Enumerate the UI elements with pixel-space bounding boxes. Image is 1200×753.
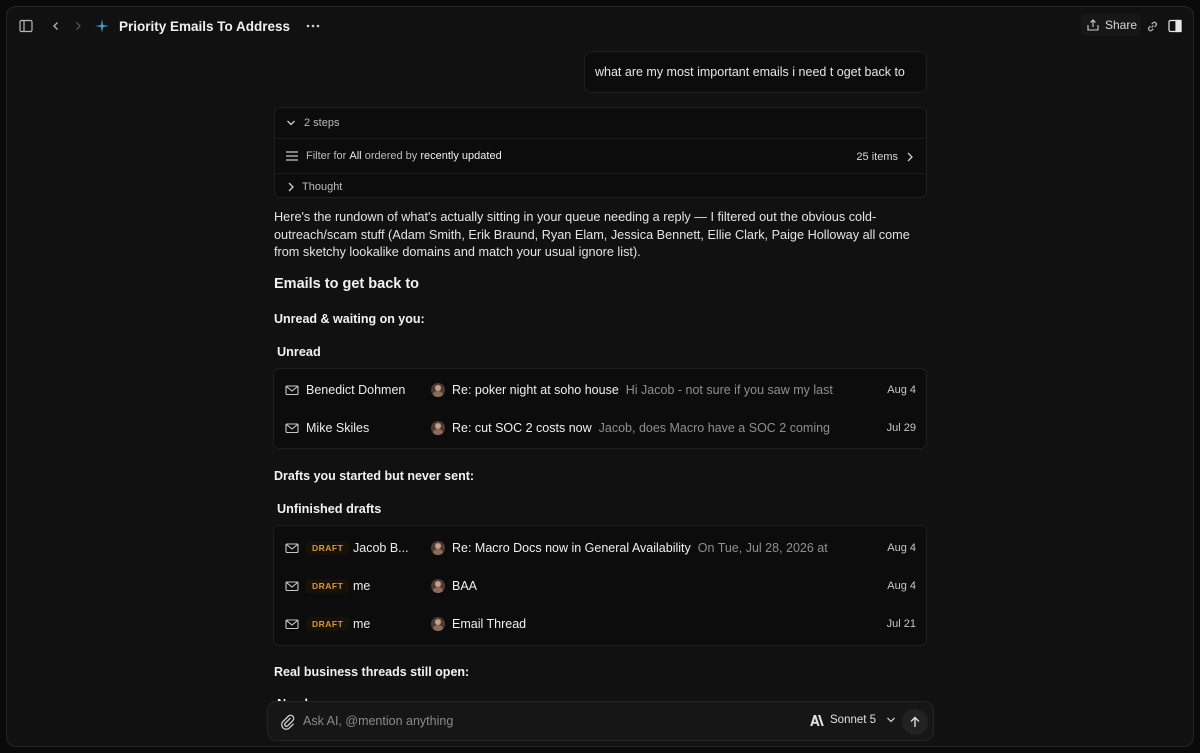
email-sender: Mike Skiles: [306, 421, 370, 435]
email-sender: me: [353, 617, 371, 631]
top-bar: Priority Emails To Address Share: [7, 7, 1193, 45]
sidebar-toggle-icon[interactable]: [15, 15, 37, 37]
email-subject-line: Re: Macro Docs now in General Availabili…: [452, 541, 842, 555]
steps-label: 2 steps: [304, 117, 340, 129]
assistant-intro: Here's the rundown of what's actually si…: [274, 210, 910, 259]
back-arrow-icon[interactable]: [45, 15, 67, 37]
avatar: [431, 541, 445, 555]
sparkle-icon: [95, 19, 109, 33]
items-count-link[interactable]: 25 items: [856, 139, 914, 175]
email-snippet: Jacob, does Macro have a SOC 2 coming: [598, 421, 831, 435]
drafts-section-title: Drafts you started but never sent:: [274, 469, 475, 483]
mail-icon: [285, 383, 299, 397]
avatar: [431, 579, 445, 593]
email-subject: Re: Macro Docs now in General Availabili…: [452, 541, 691, 555]
send-button[interactable]: [902, 709, 928, 735]
email-row[interactable]: Mike Skiles Re: cut SOC 2 costs now Jacob…: [274, 409, 926, 447]
items-count: 25 items: [856, 151, 898, 163]
business-section-title: Real business threads still open:: [274, 665, 470, 679]
email-row[interactable]: DRAFT me Email Thread Jul 21: [274, 605, 926, 643]
email-snippet: Hi Jacob - not sure if you saw my last: [625, 383, 833, 397]
chat-composer: Ask AI, @mention anything Sonnet 5: [267, 701, 934, 741]
unread-email-list: Benedict Dohmen Re: poker night at soho …: [273, 368, 927, 449]
share-button[interactable]: Share: [1081, 14, 1141, 36]
filter-value: All: [349, 150, 362, 162]
steps-panel: 2 steps Filter for All ordered by recent…: [274, 107, 927, 198]
avatar: [431, 617, 445, 631]
email-subject-line: Email Thread: [452, 617, 842, 631]
anthropic-logo-icon: [810, 714, 824, 726]
paperclip-icon[interactable]: [280, 714, 296, 730]
chevron-right-icon: [906, 152, 914, 162]
thought-toggle[interactable]: Thought: [275, 174, 926, 199]
email-snippet: On Tue, Jul 28, 2026 at: [697, 541, 828, 555]
forward-arrow-icon[interactable]: [67, 15, 89, 37]
panel-toggle-icon[interactable]: [1164, 15, 1186, 37]
email-row[interactable]: DRAFT me BAA Aug 4: [274, 567, 926, 605]
email-date: Aug 4: [887, 384, 916, 396]
draft-badge: DRAFT: [306, 579, 350, 593]
mail-icon: [285, 541, 299, 555]
model-selector[interactable]: Sonnet 5: [810, 714, 896, 726]
email-date: Aug 4: [887, 580, 916, 592]
email-subject: Email Thread: [452, 617, 527, 631]
unread-list-title: Unread: [277, 345, 321, 359]
mail-icon: [285, 579, 299, 593]
chevron-right-icon: [287, 182, 295, 192]
drafts-email-list: DRAFT Jacob B... Re: Macro Docs now in G…: [273, 525, 927, 646]
unread-section-title: Unread & waiting on you:: [274, 312, 425, 326]
app-window: Priority Emails To Address Share what ar…: [6, 6, 1194, 747]
email-sender: Jacob B...: [353, 541, 409, 555]
mail-icon: [285, 617, 299, 631]
email-date: Jul 21: [886, 618, 916, 630]
order-value: recently updated: [420, 150, 502, 162]
thought-label: Thought: [302, 180, 343, 193]
filter-step[interactable]: Filter for All ordered by recently updat…: [275, 138, 926, 174]
model-label: Sonnet 5: [830, 714, 877, 726]
chevron-down-icon: [886, 715, 896, 725]
arrow-up-icon: [909, 716, 921, 728]
chat-input[interactable]: Ask AI, @mention anything: [303, 714, 453, 728]
share-icon: [1087, 19, 1099, 31]
section-heading: Emails to get back to: [274, 276, 420, 292]
email-sender: Benedict Dohmen: [306, 383, 406, 397]
avatar: [431, 421, 445, 435]
drafts-list-title: Unfinished drafts: [277, 502, 382, 516]
email-date: Jul 29: [886, 422, 916, 434]
list-filter-icon: [286, 151, 298, 161]
link-icon[interactable]: [1141, 15, 1163, 37]
email-subject-line: Re: cut SOC 2 costs now Jacob, does Macro…: [452, 421, 842, 435]
mail-icon: [285, 421, 299, 435]
user-message: what are my most important emails i need…: [584, 51, 927, 93]
email-subject: Re: poker night at soho house: [452, 383, 619, 397]
share-label: Share: [1105, 18, 1138, 32]
email-row[interactable]: Benedict Dohmen Re: poker night at soho …: [274, 371, 926, 409]
email-date: Aug 4: [887, 542, 916, 554]
chevron-down-icon: [286, 118, 296, 128]
steps-toggle[interactable]: 2 steps: [275, 108, 926, 138]
chat-content: what are my most important emails i need…: [7, 45, 1193, 746]
page-title: Priority Emails To Address: [119, 18, 291, 34]
order-prefix: ordered by: [364, 150, 418, 162]
filter-prefix: Filter for: [306, 150, 347, 162]
email-subject-line: BAA: [452, 579, 842, 593]
email-row[interactable]: DRAFT Jacob B... Re: Macro Docs now in G…: [274, 529, 926, 567]
title-area: Priority Emails To Address: [95, 16, 320, 36]
email-subject: Re: cut SOC 2 costs now: [452, 421, 592, 435]
email-sender: me: [353, 579, 371, 593]
email-subject-line: Re: poker night at soho house Hi Jacob - …: [452, 383, 842, 397]
draft-badge: DRAFT: [306, 541, 350, 555]
avatar: [431, 383, 445, 397]
draft-badge: DRAFT: [306, 617, 350, 631]
email-subject: BAA: [452, 579, 478, 593]
more-options-icon[interactable]: [306, 24, 320, 28]
